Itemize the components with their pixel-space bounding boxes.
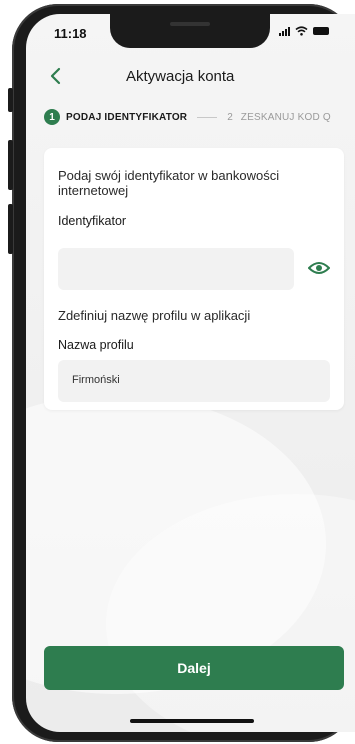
chevron-left-icon[interactable]	[44, 64, 68, 88]
form-card: Podaj swój identyfikator w bankowości in…	[44, 148, 344, 410]
step-1-label: PODAJ IDENTYFIKATOR	[66, 111, 188, 123]
profile-name-input[interactable]: Firmoński	[58, 360, 330, 402]
page-title: Aktywacja konta	[126, 68, 235, 85]
notch	[110, 14, 270, 48]
profile-intro-text: Zdefiniuj nazwę profilu w aplikacji	[58, 308, 251, 323]
step-divider	[197, 116, 218, 118]
profile-name-value: Firmoński	[72, 374, 120, 386]
volume-up-button	[8, 140, 13, 190]
volume-down-button	[8, 204, 13, 254]
status-icons	[279, 26, 329, 36]
stepper: 1 PODAJ IDENTYFIKATOR 2 ZESKANUJ KOD Q	[44, 106, 355, 128]
step-2-number: 2	[227, 111, 233, 123]
nav-header: Aktywacja konta	[26, 62, 355, 92]
next-button[interactable]: Dalej	[44, 646, 344, 690]
signal-icon	[279, 26, 290, 36]
intro-text: Podaj swój identyfikator w bankowości in…	[58, 168, 280, 198]
identifier-label: Identyfikator	[58, 214, 127, 228]
status-time: 11:18	[54, 26, 87, 41]
identifier-input[interactable]	[58, 248, 294, 290]
home-indicator	[130, 719, 254, 723]
mute-switch	[8, 88, 13, 112]
wifi-icon	[295, 26, 308, 36]
profile-label: Nazwa profilu	[58, 338, 134, 352]
step-1-number: 1	[44, 109, 60, 125]
step-2-label: ZESKANUJ KOD Q	[240, 111, 331, 123]
eye-icon[interactable]	[308, 260, 330, 276]
app-screen: 11:18 Aktywacja konta 1 PODAJ IDENTYFIKA…	[26, 14, 355, 732]
speaker	[170, 22, 210, 26]
battery-icon	[313, 27, 329, 35]
